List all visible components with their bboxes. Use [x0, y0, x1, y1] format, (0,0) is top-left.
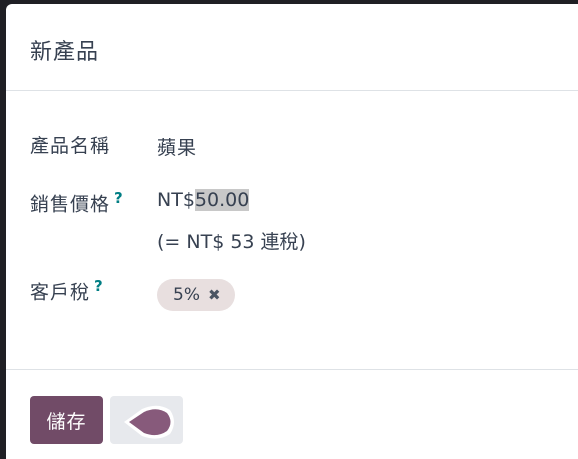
dialog-title: 新產品	[30, 40, 100, 65]
pointer-drop-icon	[124, 405, 174, 439]
tax-tag-remove-icon[interactable]: ✖	[208, 286, 221, 304]
discard-button[interactable]	[110, 396, 183, 444]
product-name-input[interactable]: 蘋果	[157, 133, 197, 160]
sales-price-currency: NT$	[157, 189, 195, 211]
sales-price-amount[interactable]: 50.00	[194, 189, 250, 211]
sales-price-label-text: 銷售價格	[30, 193, 111, 216]
product-name-label: 產品名稱	[30, 135, 111, 157]
sales-price-help-icon[interactable]: ?	[114, 189, 123, 207]
tax-tag-label: 5%	[173, 285, 200, 305]
dialog-footer: 儲存	[6, 370, 578, 459]
customer-taxes-label: 客戶稅?	[30, 277, 103, 304]
sales-price-input[interactable]: NT$50.00	[157, 189, 250, 211]
sales-price-label: 銷售價格?	[30, 189, 123, 216]
customer-taxes-help-icon[interactable]: ?	[94, 277, 103, 295]
tax-tag[interactable]: 5% ✖	[157, 279, 235, 311]
dialog-body: 產品名稱 蘋果 銷售價格? NT$50.00 (= NT$ 53 連稅) 客戶稅…	[6, 91, 578, 370]
customer-taxes-label-text: 客戶稅	[30, 281, 91, 304]
dialog-header: 新產品	[6, 4, 578, 91]
new-product-dialog: 新產品 產品名稱 蘋果 銷售價格? NT$50.00 (= NT$ 53 連稅)…	[6, 4, 578, 459]
save-button[interactable]: 儲存	[30, 396, 103, 444]
sales-price-tax-included: (= NT$ 53 連稅)	[157, 231, 306, 253]
